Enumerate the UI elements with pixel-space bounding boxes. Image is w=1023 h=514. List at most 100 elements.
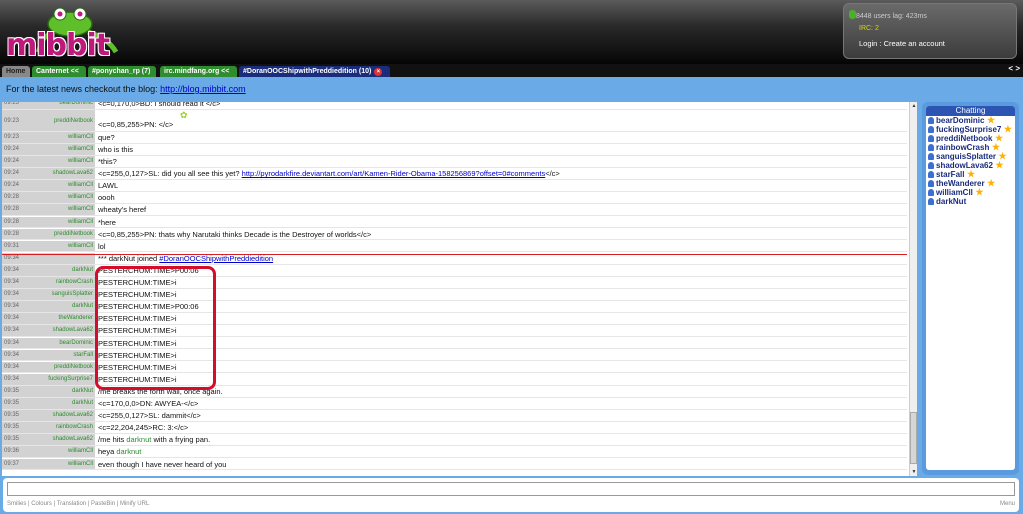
timestamp: 09:34 bbox=[2, 277, 28, 288]
timestamp: 09:24 bbox=[2, 180, 28, 191]
nickname[interactable]: williamCll bbox=[28, 458, 95, 470]
timestamp: 09:34 bbox=[2, 301, 28, 312]
toolbar-links[interactable]: Smilies | Colours | Translation | PasteB… bbox=[7, 501, 149, 507]
user-list-item[interactable]: williamCll ★ bbox=[926, 188, 1015, 197]
message-prefix: heya bbox=[98, 447, 117, 457]
chat-line: 09:31 williamCll lol bbox=[2, 240, 907, 253]
person-icon bbox=[928, 180, 934, 187]
nickname[interactable]: shadowLava62 bbox=[28, 325, 95, 337]
red-highlight-annotation bbox=[95, 266, 216, 390]
user-name: darkNut bbox=[936, 197, 967, 206]
nickname[interactable]: preddiNetbook bbox=[28, 361, 95, 373]
nickname[interactable]: darkNut bbox=[28, 385, 95, 397]
chat-line: 09:23 preddiNetbook <c=0,85,255>PN: </c> ✿ bbox=[2, 109, 907, 132]
tab-scroll-arrows[interactable]: < > bbox=[1008, 64, 1020, 73]
timestamp: 09:23 bbox=[2, 102, 28, 109]
blog-link[interactable]: http://blog.mibbit.com bbox=[160, 84, 246, 94]
timestamp: 09:34 bbox=[2, 289, 28, 300]
nickname[interactable]: starFall bbox=[28, 349, 95, 361]
person-icon bbox=[928, 198, 934, 205]
timestamp: 09:37 bbox=[2, 458, 28, 470]
nick-mention: darknut bbox=[116, 447, 142, 457]
timestamp: 09:35 bbox=[2, 385, 28, 397]
message-link[interactable]: http://pyrodarkfire.deviantart.com/art/K… bbox=[242, 169, 546, 178]
tab-doran-channel[interactable]: #DoranOOCShipwithPreddiedition (10) × bbox=[239, 66, 390, 77]
chat-line: 09:24 williamCll who is this bbox=[2, 143, 907, 156]
tab-canternet[interactable]: Canternet << bbox=[32, 66, 86, 77]
message-text: /me breaks the forth wall, once again. bbox=[98, 386, 223, 396]
nickname[interactable]: darkNut bbox=[28, 264, 95, 276]
message-prefix: /me hits bbox=[98, 435, 127, 445]
chat-line: 09:24 williamCll *this? bbox=[2, 156, 907, 168]
nickname[interactable]: preddiNetbook bbox=[28, 228, 95, 240]
nickname[interactable]: preddiNetbook bbox=[28, 109, 95, 131]
chat-line: 09:23 bearDominic <c=0,170,0>BD: I should … bbox=[2, 102, 907, 110]
chat-line: 09:24 williamCll LAWL bbox=[2, 180, 907, 192]
scroll-up-arrow-icon[interactable]: ▲ bbox=[910, 102, 917, 110]
message-text: heya darknut bbox=[98, 446, 903, 458]
person-icon bbox=[928, 135, 934, 142]
irc-status: IRC: 2 bbox=[859, 25, 879, 32]
news-text: For the latest news checkout the blog: bbox=[6, 84, 161, 94]
nickname[interactable]: sanguisSplatter bbox=[28, 289, 95, 300]
tab-ponychan-rp[interactable]: #ponychan_rp (7) bbox=[88, 66, 156, 77]
star-icon: ★ bbox=[984, 178, 996, 188]
nickname[interactable]: shadowLava62 bbox=[28, 410, 95, 421]
star-icon: ★ bbox=[972, 187, 984, 197]
timestamp: 09:23 bbox=[2, 109, 28, 131]
nickname[interactable]: williamCll bbox=[28, 446, 95, 458]
nickname[interactable]: fuckingSurprise7 bbox=[28, 373, 95, 385]
nickname[interactable]: williamCll bbox=[28, 156, 95, 167]
nickname[interactable]: williamCll bbox=[28, 240, 95, 252]
tab-home[interactable]: Home bbox=[2, 66, 30, 77]
chat-scrollbar[interactable]: ▲ ▼ bbox=[909, 102, 917, 476]
message-text: <c=0,85,255>PN: thats why Narutaki think… bbox=[98, 229, 372, 239]
user-list-item[interactable]: preddiNetbook ★ bbox=[926, 134, 1015, 143]
scroll-down-arrow-icon[interactable]: ▼ bbox=[910, 468, 917, 476]
chat-line: 09:35 darkNut <c=170,0,0>DN: AWYEA-</c> bbox=[2, 398, 907, 410]
nickname[interactable]: bearDominic bbox=[28, 102, 95, 109]
nickname[interactable]: williamCll bbox=[28, 131, 95, 143]
nickname[interactable]: shadowLava62 bbox=[28, 168, 95, 179]
message-text: <c=170,0,0>DN: AWYEA-</c> bbox=[98, 399, 199, 408]
nickname[interactable]: theWanderer bbox=[28, 313, 95, 325]
message-link[interactable]: #DoranOOCShipwithPreddiedition bbox=[159, 254, 273, 263]
nickname[interactable]: darkNut bbox=[28, 398, 95, 409]
nickname[interactable]: shadowLava62 bbox=[28, 434, 95, 446]
nickname[interactable]: williamCll bbox=[28, 204, 95, 216]
user-icon bbox=[849, 10, 856, 19]
nickname[interactable]: rainbowCrash bbox=[28, 277, 95, 288]
emoticon-icon: ✿ bbox=[180, 109, 188, 120]
user-list-item[interactable]: darkNut bbox=[926, 197, 1015, 206]
user-list-item[interactable]: starFall ★ bbox=[926, 170, 1015, 179]
chat-line: 09:28 preddiNetbook <c=0,85,255>PN: thats … bbox=[2, 228, 907, 241]
user-list-item[interactable]: theWanderer ★ bbox=[926, 179, 1015, 188]
chat-line: 09:35 shadowLava62 <c=255,0,127>SL: dammit… bbox=[2, 410, 907, 422]
timestamp: 09:28 bbox=[2, 204, 28, 216]
menu-link[interactable]: Menu bbox=[1000, 501, 1015, 507]
nickname[interactable]: williamCll bbox=[28, 216, 95, 228]
chat-line: 09:24 shadowLava62 <c=255,0,127>SL: did yo… bbox=[2, 168, 907, 180]
new-messages-divider bbox=[2, 254, 907, 255]
timestamp: 09:23 bbox=[2, 131, 28, 143]
chat-panel: 09:23 bearDominic <c=0,170,0>BD: I should … bbox=[2, 102, 917, 476]
nickname[interactable]: bearDominic bbox=[28, 337, 95, 349]
message-prefix: <c=255,0,127>SL: did you all see this ye… bbox=[98, 169, 242, 179]
nickname[interactable]: williamCll bbox=[28, 180, 95, 191]
input-area: Smilies | Colours | Translation | PasteB… bbox=[3, 478, 1019, 512]
message-input[interactable] bbox=[7, 482, 1015, 496]
login-link[interactable]: Login : Create an account bbox=[859, 39, 945, 48]
star-icon: ★ bbox=[964, 169, 976, 179]
nickname[interactable]: rainbowCrash bbox=[28, 422, 95, 433]
person-icon bbox=[928, 117, 934, 124]
user-name: rainbowCrash bbox=[936, 143, 990, 152]
tab-mindfang[interactable]: irc.mindfang.org << bbox=[160, 66, 237, 77]
nickname[interactable]: williamCll bbox=[28, 143, 95, 155]
mibbit-logo[interactable]: mibbit bbox=[4, 2, 124, 63]
nickname[interactable]: darkNut bbox=[28, 301, 95, 312]
message-text: PESTERCHUM:TIME>i bbox=[98, 278, 177, 287]
timestamp: 09:34 bbox=[2, 337, 28, 349]
scroll-thumb[interactable] bbox=[910, 412, 917, 464]
nickname[interactable]: williamCll bbox=[28, 192, 95, 204]
close-tab-icon[interactable]: × bbox=[374, 68, 383, 76]
